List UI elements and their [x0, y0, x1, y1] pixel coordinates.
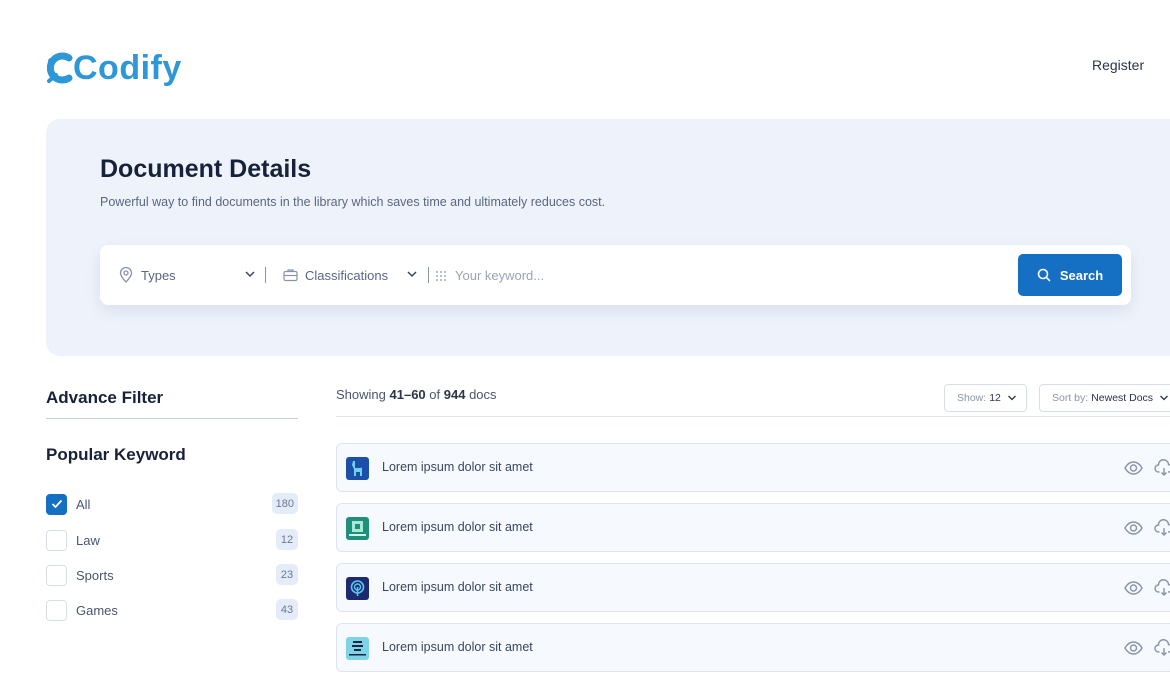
view-eye-icon[interactable]	[1124, 520, 1143, 536]
view-eye-icon[interactable]	[1124, 640, 1143, 656]
document-title[interactable]: Lorem ipsum dolor sit amet	[382, 460, 533, 474]
results-unit: docs	[469, 387, 497, 402]
document-title[interactable]: Lorem ipsum dolor sit amet	[382, 520, 533, 534]
results-total: 944	[443, 387, 466, 402]
search-icon	[1037, 268, 1051, 282]
divider	[336, 416, 1170, 417]
chevron-down-icon[interactable]	[244, 267, 256, 281]
document-title[interactable]: Lorem ipsum dolor sit amet	[382, 640, 533, 654]
checkbox[interactable]	[46, 599, 67, 621]
checkbox[interactable]	[46, 564, 67, 586]
page-subtitle: Powerful way to find documents in the li…	[100, 195, 606, 209]
keyword-count-badge: 23	[276, 564, 298, 585]
logo-text: Codify	[73, 49, 182, 87]
chevron-down-icon	[1007, 395, 1016, 401]
grid-dots-icon	[435, 269, 447, 282]
types-dropdown[interactable]: Types	[118, 245, 258, 305]
llama-logo-icon	[346, 457, 369, 480]
keyword-label: Games	[76, 602, 118, 618]
keyword-row-law[interactable]: Law 12	[46, 529, 298, 551]
results-count: Showing 41–60 of 944 docs	[336, 387, 497, 402]
logo-mark-icon	[46, 51, 79, 85]
logo[interactable]: Codify	[46, 48, 182, 88]
advance-filter-title: Advance Filter	[46, 388, 164, 407]
keyword-input[interactable]	[455, 263, 995, 287]
location-pin-icon	[118, 267, 134, 283]
show-label: Show:	[957, 392, 987, 404]
sort-label: Sort by:	[1052, 392, 1089, 404]
chevron-down-icon	[1160, 395, 1169, 401]
view-eye-icon[interactable]	[1124, 580, 1143, 596]
cloud-download-icon[interactable]	[1154, 639, 1170, 657]
fingerprint-logo-icon	[346, 577, 369, 600]
results-range: 41–60	[389, 387, 426, 402]
document-row[interactable]: Lorem ipsum dolor sit amet	[336, 503, 1170, 552]
classifications-dropdown[interactable]: Classifications	[282, 245, 422, 305]
checkbox-checked[interactable]	[46, 493, 67, 515]
register-link[interactable]: Register	[1092, 57, 1144, 73]
chevron-down-icon[interactable]	[406, 267, 418, 281]
document-row[interactable]: Lorem ipsum dolor sit amet	[336, 563, 1170, 612]
divider	[428, 267, 429, 283]
document-row[interactable]: Lorem ipsum dolor sit amet	[336, 443, 1170, 492]
document-row[interactable]: Lorem ipsum dolor sit amet	[336, 623, 1170, 672]
stack-logo-icon	[346, 637, 369, 660]
cloud-download-icon[interactable]	[1154, 519, 1170, 537]
cloud-download-icon[interactable]	[1154, 459, 1170, 477]
show-value: 12	[989, 392, 1001, 404]
keyword-label: Sports	[76, 567, 114, 583]
checkmark-icon	[51, 499, 62, 509]
briefcase-icon	[282, 267, 298, 283]
keyword-label: All	[76, 496, 91, 512]
classifications-label: Classifications	[305, 267, 389, 283]
book-logo-icon	[346, 517, 369, 540]
of-word: of	[429, 387, 441, 402]
divider	[46, 418, 298, 419]
types-label: Types	[141, 267, 176, 283]
view-eye-icon[interactable]	[1124, 460, 1143, 476]
keyword-count-badge: 180	[271, 493, 298, 514]
search-button[interactable]: Search	[1018, 254, 1122, 296]
search-button-label: Search	[1059, 267, 1104, 283]
keyword-label: Law	[76, 532, 100, 548]
sort-by-select[interactable]: Sort by: Newest Docs	[1039, 384, 1170, 412]
keyword-row-all[interactable]: All 180	[46, 493, 298, 515]
show-per-page-select[interactable]: Show: 12	[944, 384, 1027, 412]
keyword-row-sports[interactable]: Sports 23	[46, 564, 298, 586]
keyword-count-badge: 12	[276, 529, 298, 550]
showing-prefix: Showing	[336, 387, 386, 402]
sort-value: Newest Docs	[1091, 392, 1154, 404]
divider	[265, 267, 266, 283]
cloud-download-icon[interactable]	[1154, 579, 1170, 597]
popular-keyword-title: Popular Keyword	[46, 445, 186, 464]
checkbox[interactable]	[46, 529, 67, 551]
keyword-row-games[interactable]: Games 43	[46, 599, 298, 621]
keyword-count-badge: 43	[276, 599, 298, 620]
search-bar: Types Classifications Search	[100, 245, 1131, 305]
page-title: Document Details	[100, 155, 312, 183]
document-title[interactable]: Lorem ipsum dolor sit amet	[382, 580, 533, 594]
